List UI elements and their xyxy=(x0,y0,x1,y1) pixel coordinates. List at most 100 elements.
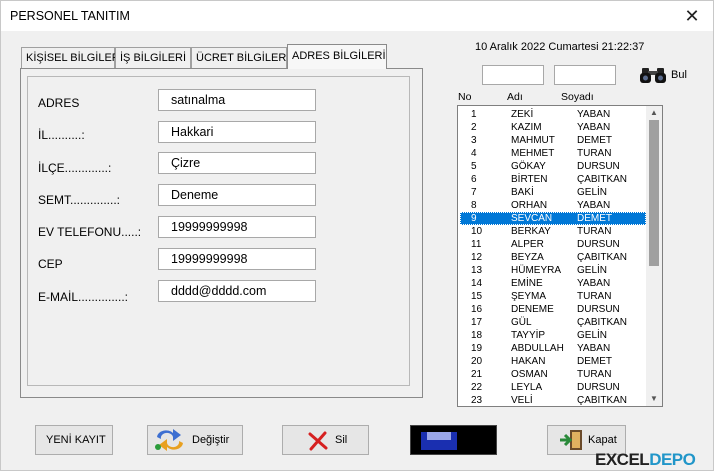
change-label: Değiştir xyxy=(192,434,230,446)
list-item-no: 9 xyxy=(471,213,477,224)
list-item-no: 23 xyxy=(471,395,483,406)
list-item-name: EMİNE xyxy=(511,278,543,289)
address-input[interactable]: satınalma xyxy=(158,89,316,111)
scroll-down-icon[interactable]: ▼ xyxy=(646,392,662,406)
tab-job-info[interactable]: İŞ BİLGİLERİ xyxy=(115,47,191,68)
list-item[interactable]: 16 DENEME DURSUN xyxy=(460,303,646,316)
list-item-surname: YABAN xyxy=(577,343,611,354)
change-button[interactable]: Değiştir xyxy=(147,425,243,455)
district-input[interactable]: Çizre xyxy=(158,152,316,174)
list-item-surname: DURSUN xyxy=(577,304,620,315)
list-item-no: 15 xyxy=(471,291,483,302)
list-item-no: 22 xyxy=(471,382,483,393)
search-input-last-name[interactable] xyxy=(554,65,616,85)
personnel-listbox[interactable]: 1 ZEKİ YABAN 2 KAZIM YABAN 3 MAHMUT DEMET 4 MEHMET… xyxy=(457,105,663,407)
list-item-name: ABDULLAH xyxy=(511,343,564,354)
list-item[interactable]: 20 HAKAN DEMET xyxy=(460,355,646,368)
list-item-name: TAYYİP xyxy=(511,330,546,341)
mobile-input[interactable]: 19999999998 xyxy=(158,248,316,270)
new-record-label: YENİ KAYIT xyxy=(46,434,106,446)
scroll-up-icon[interactable]: ▲ xyxy=(646,106,662,120)
list-item[interactable]: 21 OSMAN TURAN xyxy=(460,368,646,381)
list-item[interactable]: 4 MEHMET TURAN xyxy=(460,147,646,160)
list-item[interactable]: 19 ABDULLAH YABAN xyxy=(460,342,646,355)
binoculars-icon xyxy=(640,68,666,83)
list-item-name: MEHMET xyxy=(511,148,555,159)
list-item[interactable]: 14 EMİNE YABAN xyxy=(460,277,646,290)
list-item-surname: YABAN xyxy=(577,278,611,289)
list-item[interactable]: 18 TAYYİP GELİN xyxy=(460,329,646,342)
list-item[interactable]: 17 GÜL ÇABITKAN xyxy=(460,316,646,329)
personnel-window: PERSONEL TANITIM ✕ KİŞİSEL BİLGİLER İŞ B… xyxy=(0,0,714,471)
list-item-name: ŞEYMA xyxy=(511,291,547,302)
city-input[interactable]: Hakkari xyxy=(158,121,316,143)
list-item-no: 3 xyxy=(471,135,477,146)
list-item-no: 4 xyxy=(471,148,477,159)
title-bar: PERSONEL TANITIM ✕ xyxy=(1,1,713,31)
list-item[interactable]: 1 ZEKİ YABAN xyxy=(460,108,646,121)
list-item[interactable]: 10 BERKAY TURAN xyxy=(460,225,646,238)
list-item[interactable]: 7 BAKİ GELİN xyxy=(460,186,646,199)
list-item-surname: DEMET xyxy=(577,356,612,367)
exit-door-icon xyxy=(560,430,582,450)
list-item-name: HÜMEYRA xyxy=(511,265,562,276)
list-item-name: VELİ xyxy=(511,395,533,406)
city-label: İL..........: xyxy=(38,128,85,142)
list-item-surname: TURAN xyxy=(577,369,612,380)
list-item-no: 18 xyxy=(471,330,483,341)
list-item[interactable]: 13 HÜMEYRA GELİN xyxy=(460,264,646,277)
list-item[interactable]: 2 KAZIM YABAN xyxy=(460,121,646,134)
save-floppy-box[interactable] xyxy=(410,425,497,455)
list-item-name: GÖKAY xyxy=(511,161,546,172)
datetime-label: 10 Aralık 2022 Cumartesi 21:22:37 xyxy=(475,41,645,53)
list-item-surname: YABAN xyxy=(577,200,611,211)
list-item[interactable]: 22 LEYLA DURSUN xyxy=(460,381,646,394)
delete-button[interactable]: Sil xyxy=(282,425,369,455)
list-item-name: OSMAN xyxy=(511,369,548,380)
list-item[interactable]: 15 ŞEYMA TURAN xyxy=(460,290,646,303)
list-item[interactable]: 3 MAHMUT DEMET xyxy=(460,134,646,147)
home-phone-input[interactable]: 19999999998 xyxy=(158,216,316,238)
list-item-surname: DURSUN xyxy=(577,239,620,250)
list-item[interactable]: 6 BİRTEN ÇABITKAN xyxy=(460,173,646,186)
new-record-button[interactable]: YENİ KAYIT xyxy=(35,425,113,455)
list-item-name: ORHAN xyxy=(511,200,548,211)
list-item[interactable]: 8 ORHAN YABAN xyxy=(460,199,646,212)
list-item-no: 11 xyxy=(471,239,482,250)
list-item-no: 14 xyxy=(471,278,483,289)
list-item-name: BİRTEN xyxy=(511,174,548,185)
list-item-no: 1 xyxy=(471,109,477,120)
tab-salary-info[interactable]: ÜCRET BİLGİLERİ xyxy=(191,47,289,68)
column-header-name: Adı xyxy=(507,91,523,103)
search-input-first-name[interactable] xyxy=(482,65,544,85)
list-item-name: BAKİ xyxy=(511,187,534,198)
list-item-name: KAZIM xyxy=(511,122,542,133)
list-item[interactable]: 12 BEYZA ÇABITKAN xyxy=(460,251,646,264)
find-button[interactable]: Bul xyxy=(639,66,687,86)
list-item-surname: TURAN xyxy=(577,291,612,302)
tab-address-info[interactable]: ADRES BİLGİLERİ xyxy=(287,44,387,69)
list-item[interactable]: 23 VELİ ÇABITKAN xyxy=(460,394,646,406)
list-item-name: LEYLA xyxy=(511,382,543,393)
address-label: ADRES xyxy=(38,96,80,110)
list-item-name: MAHMUT xyxy=(511,135,555,146)
district-label: İLÇE.............: xyxy=(38,161,112,175)
neighborhood-input[interactable]: Deneme xyxy=(158,184,316,206)
list-item-no: 2 xyxy=(471,122,477,133)
tab-personal-info[interactable]: KİŞİSEL BİLGİLER xyxy=(21,47,120,68)
list-item-surname: DEMET xyxy=(577,213,612,224)
close-label: Kapat xyxy=(588,434,617,446)
list-item-no: 5 xyxy=(471,161,477,172)
list-item[interactable]: 5 GÖKAY DURSUN xyxy=(460,160,646,173)
list-item-no: 13 xyxy=(471,265,483,276)
listbox-scrollbar[interactable]: ▲ ▼ xyxy=(646,106,662,406)
close-icon[interactable]: ✕ xyxy=(679,3,705,29)
list-item-surname: TURAN xyxy=(577,226,612,237)
list-item[interactable]: 11 ALPER DURSUN xyxy=(460,238,646,251)
scrollbar-thumb[interactable] xyxy=(649,120,659,266)
list-item[interactable]: 9 SEVCAN DEMET xyxy=(460,212,646,225)
list-item-name: DENEME xyxy=(511,304,554,315)
column-header-surname: Soyadı xyxy=(561,91,594,103)
list-item-name: BEYZA xyxy=(511,252,544,263)
email-input[interactable]: dddd@dddd.com xyxy=(158,280,316,302)
